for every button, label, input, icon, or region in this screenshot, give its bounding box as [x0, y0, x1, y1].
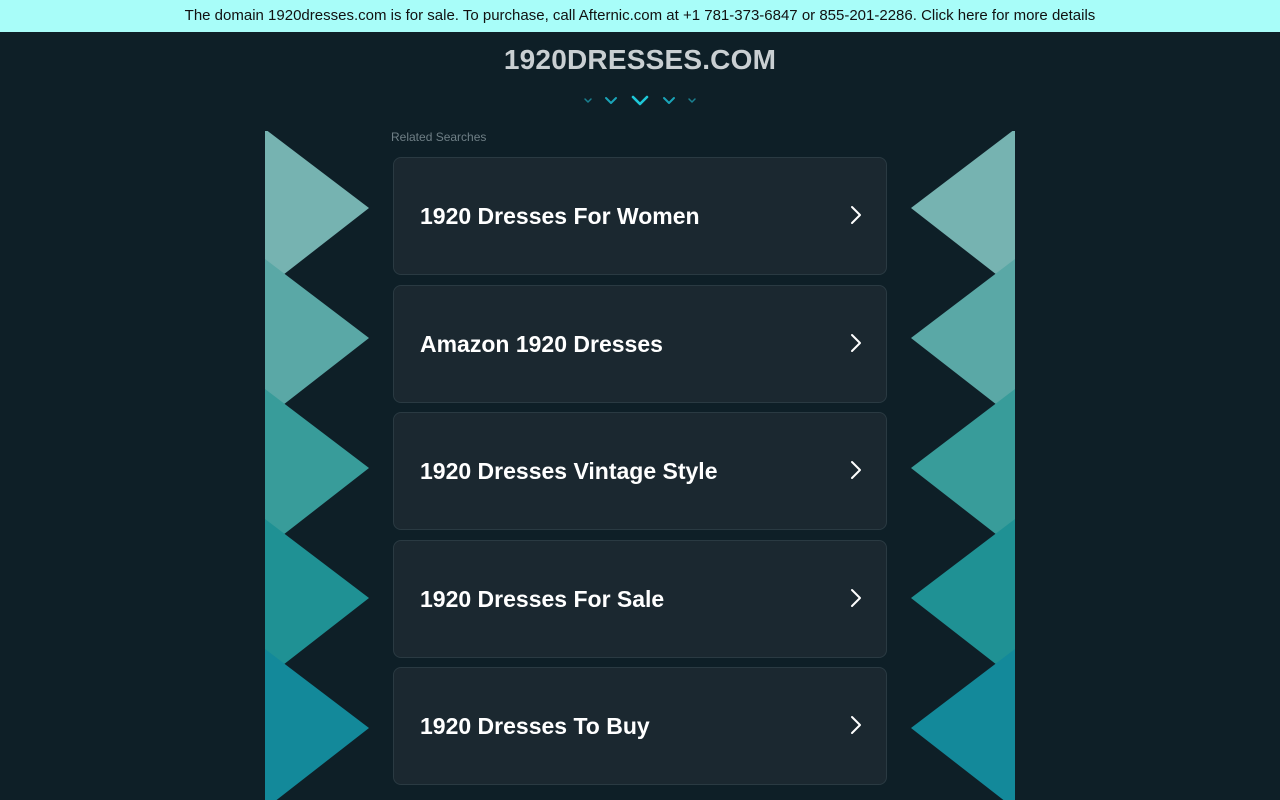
- related-search-label: 1920 Dresses Vintage Style: [420, 458, 718, 484]
- decor-triangle: [911, 259, 1015, 419]
- site-title: 1920DRESSES.COM: [503, 44, 777, 75]
- header-chevrons: [576, 92, 704, 112]
- related-search-label: Amazon 1920 Dresses: [420, 331, 663, 357]
- domain-sale-banner[interactable]: The domain 1920dresses.com is for sale. …: [0, 0, 1280, 32]
- decor-triangle: [911, 389, 1015, 549]
- related-search-item[interactable]: 1920 Dresses For Women: [393, 157, 887, 275]
- related-search-label: 1920 Dresses For Women: [420, 203, 700, 229]
- decor-triangle: [265, 519, 369, 679]
- related-search-label: 1920 Dresses To Buy: [420, 713, 650, 739]
- decor-triangle: [911, 519, 1015, 679]
- chevron-right-icon: [848, 459, 864, 481]
- related-searches-label: Related Searches: [391, 130, 487, 144]
- chevron-right-icon: [848, 204, 864, 226]
- related-search-item[interactable]: 1920 Dresses To Buy: [393, 667, 887, 785]
- decor-triangle: [265, 259, 369, 419]
- left-triangle-decoration: [265, 131, 369, 800]
- decor-triangle: [265, 389, 369, 549]
- chevron-down-icon: [631, 95, 649, 106]
- related-search-item[interactable]: 1920 Dresses For Sale: [393, 540, 887, 658]
- chevron-right-icon: [848, 332, 864, 354]
- right-triangle-decoration: [911, 131, 1015, 800]
- decor-triangle: [265, 131, 369, 289]
- decor-triangle: [911, 131, 1015, 289]
- related-search-label: 1920 Dresses For Sale: [420, 586, 665, 612]
- decor-triangle: [265, 649, 369, 800]
- chevron-down-icon: [663, 97, 675, 104]
- chevron-down-icon: [688, 98, 696, 103]
- banner-text: The domain 1920dresses.com is for sale. …: [184, 7, 1096, 24]
- decor-triangle: [911, 649, 1015, 800]
- related-search-item[interactable]: Amazon 1920 Dresses: [393, 285, 887, 403]
- chevron-down-icon: [584, 98, 592, 103]
- chevron-right-icon: [848, 714, 864, 736]
- chevron-right-icon: [848, 587, 864, 609]
- related-search-item[interactable]: 1920 Dresses Vintage Style: [393, 412, 887, 530]
- chevron-down-icon: [605, 97, 617, 104]
